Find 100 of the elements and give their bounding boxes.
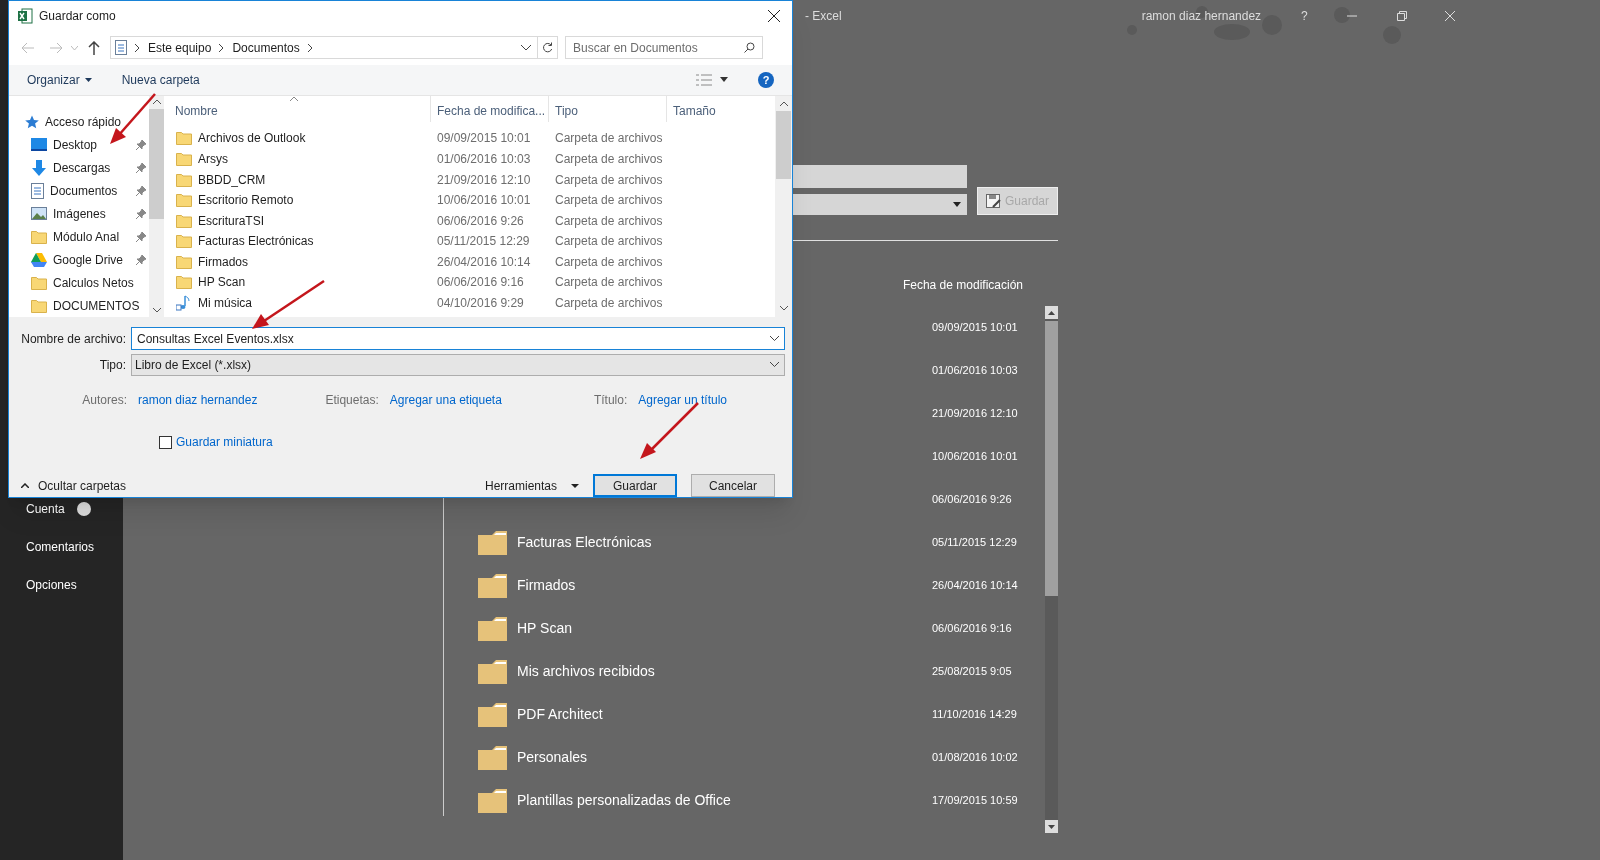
scrollbar[interactable]	[1045, 306, 1058, 833]
organize-menu[interactable]: Organizar	[27, 71, 92, 89]
file-date: 25/08/2015 9:05	[932, 664, 1013, 680]
file-date: 01/08/2016 10:02	[932, 750, 1019, 766]
star-icon	[25, 114, 39, 129]
column-header[interactable]: Nombre	[172, 96, 430, 122]
document-icon	[115, 40, 127, 55]
folder-icon	[478, 530, 507, 555]
save-icon	[986, 193, 1001, 209]
folder-icon	[176, 193, 192, 208]
column-header[interactable]: Tipo	[548, 96, 666, 122]
scroll-up-icon[interactable]	[152, 99, 161, 104]
tools-menu[interactable]: Herramientas	[484, 476, 579, 495]
file-date: 01/06/2016 10:03	[436, 150, 532, 168]
column-header[interactable]: Fecha de modificación	[902, 276, 1023, 294]
nav-item[interactable]: Módulo Anal	[53, 227, 120, 246]
file-name[interactable]: Mis archivos recibidos	[517, 661, 655, 682]
chevron-right-icon	[219, 43, 225, 52]
save-button[interactable]: Guardar	[593, 474, 677, 497]
cancel-button[interactable]: Cancelar	[691, 474, 775, 497]
caret-icon	[571, 483, 579, 488]
search-field[interactable]: Buscar en Documentos	[565, 36, 763, 59]
dialog-title: Guardar como	[39, 7, 116, 25]
help-button[interactable]: ?	[1301, 7, 1308, 25]
nav-item[interactable]: Desktop	[53, 135, 98, 154]
music-note-icon	[176, 295, 192, 312]
file-name[interactable]: Plantillas personalizadas de Office	[517, 790, 731, 811]
nav-item[interactable]: Imágenes	[53, 204, 106, 223]
nav-item[interactable]: Google Drive	[53, 250, 124, 269]
nav-item[interactable]: Acceso rápido	[45, 112, 122, 131]
file-type: Carpeta de archivos	[554, 274, 664, 292]
address-bar[interactable]: Este equipo Documentos	[110, 36, 558, 59]
file-date: 10/06/2016 10:01	[436, 192, 532, 210]
file-name[interactable]: HP Scan	[517, 618, 572, 639]
caret-icon	[84, 78, 92, 82]
folder-icon	[176, 151, 192, 166]
scroll-down-icon[interactable]	[152, 308, 161, 313]
file-name[interactable]: BBDD_CRM	[198, 170, 266, 189]
scrollbar[interactable]	[149, 96, 164, 317]
file-name[interactable]: Escritorio Remoto	[198, 191, 294, 210]
menu-item[interactable]: Opciones	[26, 576, 77, 594]
nav-item[interactable]: DOCUMENTOS	[53, 296, 140, 315]
desktop-icon	[31, 138, 47, 151]
user-name[interactable]: ramon diaz hernandez	[1141, 7, 1262, 25]
folder-icon	[478, 745, 507, 770]
column-header[interactable]: Fecha de modifica...	[430, 96, 548, 122]
up-arrow-icon[interactable]	[88, 40, 100, 55]
checkbox[interactable]	[159, 435, 172, 449]
file-type: Carpeta de archivos	[554, 171, 664, 189]
breadcrumb[interactable]: Este equipo	[148, 38, 212, 57]
column-header[interactable]: Tamaño	[666, 96, 746, 122]
file-name[interactable]: PDF Architect	[517, 704, 603, 725]
file-name[interactable]: Archivos de Outlook	[198, 129, 306, 148]
file-name[interactable]: Facturas Electrónicas	[517, 532, 652, 553]
scroll-up-icon[interactable]	[779, 101, 788, 106]
file-name-field[interactable]: Consultas Excel Eventos.xlsx	[131, 327, 785, 350]
file-date: 09/09/2015 10:01	[436, 130, 532, 148]
scroll-down-icon[interactable]	[779, 306, 788, 311]
file-date: 09/09/2015 10:01	[932, 320, 1019, 336]
file-name[interactable]: Firmados	[198, 252, 248, 271]
view-options-button[interactable]	[696, 74, 728, 86]
scrollbar[interactable]	[775, 96, 792, 317]
caret-icon	[720, 77, 728, 83]
file-type-dropdown[interactable]: Libro de Excel (*.xlsx)	[131, 353, 785, 376]
file-date: 26/04/2016 10:14	[436, 253, 532, 271]
chevron-down-icon[interactable]	[770, 336, 779, 341]
link[interactable]: Agregar un título	[638, 391, 727, 409]
image-icon	[31, 207, 47, 220]
breadcrumb[interactable]: Documentos	[232, 38, 300, 57]
menu-item[interactable]: Cuenta	[26, 500, 65, 518]
folder-icon	[176, 234, 192, 249]
help-button[interactable]: ?	[758, 72, 774, 88]
scroll-down-icon[interactable]	[1048, 824, 1055, 829]
details-view-icon	[696, 74, 712, 86]
close-icon[interactable]	[768, 9, 780, 22]
file-name[interactable]: Mi música	[198, 294, 252, 313]
nav-item[interactable]: Documentos	[50, 181, 118, 200]
menu-item[interactable]: Comentarios	[26, 538, 95, 556]
file-date: 11/10/2016 14:29	[932, 707, 1018, 723]
hide-folders-button[interactable]: Ocultar carpetas	[21, 476, 127, 495]
scroll-up-icon[interactable]	[1048, 310, 1055, 315]
file-name[interactable]: EscrituraTSI	[198, 211, 264, 230]
refresh-icon[interactable]	[542, 42, 553, 53]
checkbox-label[interactable]: Guardar miniatura	[176, 433, 273, 451]
restore-icon[interactable]	[1395, 10, 1408, 22]
link[interactable]: Agregar una etiqueta	[389, 391, 502, 409]
new-folder-button[interactable]: Nueva carpeta	[121, 71, 200, 89]
file-date: 17/09/2015 10:59	[932, 793, 1019, 809]
field-label: Tipo:	[98, 356, 127, 374]
file-name[interactable]: Firmados	[517, 575, 576, 596]
file-name[interactable]: Facturas Electrónicas	[198, 232, 314, 251]
file-name[interactable]: HP Scan	[198, 273, 246, 292]
link[interactable]: ramon diaz hernandez	[138, 391, 258, 409]
file-name[interactable]: Personales	[517, 747, 588, 768]
file-date: 01/06/2016 10:03	[932, 363, 1019, 379]
chevron-down-icon[interactable]	[521, 44, 531, 51]
nav-item[interactable]: Calculos Netos	[53, 273, 134, 292]
folder-icon	[176, 254, 192, 269]
nav-item[interactable]: Descargas	[53, 158, 111, 177]
file-name[interactable]: Arsys	[198, 149, 228, 168]
